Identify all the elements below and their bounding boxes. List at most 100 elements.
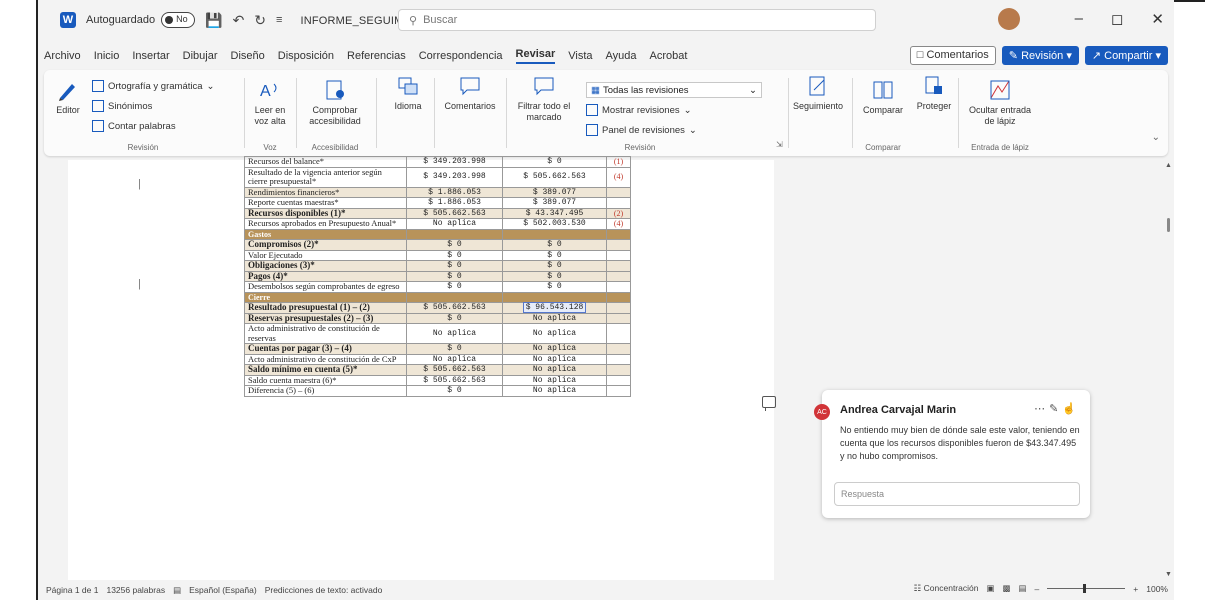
- row-label[interactable]: Valor Ejecutado: [244, 249, 407, 261]
- row-label[interactable]: Recursos disponibles (1)*: [244, 207, 407, 219]
- proofing-icon[interactable]: ▤: [173, 585, 181, 596]
- note-ref[interactable]: [606, 312, 631, 324]
- autosave-toggle[interactable]: No: [161, 12, 196, 28]
- tab-disposicion[interactable]: Disposición: [278, 50, 334, 62]
- customize-toolbar-icon[interactable]: ≡: [276, 14, 282, 26]
- value-current[interactable]: No aplica: [502, 323, 607, 344]
- value-current[interactable]: $ 0: [502, 239, 607, 251]
- compare-button[interactable]: Comparar: [858, 78, 908, 116]
- zoom-slider[interactable]: [1047, 584, 1126, 593]
- check-accessibility-button[interactable]: Comprobar accesibilidad: [302, 78, 368, 127]
- value-current[interactable]: $ 505.662.563: [502, 166, 607, 188]
- close-icon[interactable]: ✕: [1151, 10, 1164, 28]
- share-button[interactable]: ↗ Compartir ▾: [1084, 46, 1168, 65]
- value-current[interactable]: $ 389.077: [502, 197, 607, 209]
- tab-archivo[interactable]: Archivo: [44, 50, 81, 62]
- undo-icon[interactable]: ↶: [233, 12, 245, 29]
- value-previous[interactable]: $ 0: [406, 249, 503, 261]
- value-previous[interactable]: $ 505.662.563: [406, 207, 503, 219]
- note-ref[interactable]: [606, 197, 631, 209]
- protect-button[interactable]: Proteger: [914, 74, 954, 112]
- value-current[interactable]: No aplica: [502, 312, 607, 324]
- edit-icon[interactable]: ✎: [1049, 403, 1062, 415]
- zoom-level[interactable]: 100%: [1146, 584, 1168, 594]
- reviewing-pane-button[interactable]: Panel de revisiones ⌄: [586, 124, 697, 136]
- comments-button[interactable]: □ Comentarios: [909, 46, 996, 65]
- note-ref[interactable]: [606, 323, 631, 344]
- save-icon[interactable]: 💾: [205, 12, 222, 29]
- page-count[interactable]: Página 1 de 1: [46, 585, 98, 595]
- row-label[interactable]: Resultado de la vigencia anterior según …: [244, 166, 407, 188]
- comment-indicator-icon[interactable]: [762, 396, 776, 411]
- row-label[interactable]: Reporte cuentas maestras*: [244, 197, 407, 209]
- note-ref[interactable]: [606, 353, 631, 365]
- comments-ribbon-button[interactable]: Comentarios: [442, 74, 498, 112]
- note-ref[interactable]: [606, 364, 631, 376]
- value-current[interactable]: $ 0: [502, 281, 607, 293]
- tab-correspondencia[interactable]: Correspondencia: [419, 50, 503, 62]
- more-options-icon[interactable]: ⋯: [1034, 403, 1049, 415]
- document-page[interactable]: | | Recursos del balance* $ 349.203.998 $ …: [68, 156, 774, 580]
- value-previous[interactable]: $ 0: [406, 239, 503, 251]
- value-previous[interactable]: $ 505.662.563: [406, 364, 503, 376]
- value-current[interactable]: $ 389.077: [502, 186, 607, 198]
- redo-icon[interactable]: ↻: [254, 12, 266, 29]
- zoom-out-icon[interactable]: –: [1035, 584, 1040, 594]
- row-label[interactable]: Saldo cuenta maestra (6)*: [244, 374, 407, 386]
- value-current[interactable]: No aplica: [502, 353, 607, 365]
- tab-diseno[interactable]: Diseño: [231, 50, 265, 62]
- track-changes-button[interactable]: Seguimiento: [790, 74, 846, 112]
- markup-filter-button[interactable]: Filtrar todo el marcado: [512, 74, 576, 123]
- tab-acrobat[interactable]: Acrobat: [650, 50, 688, 62]
- value-previous[interactable]: $ 1.886.053: [406, 197, 503, 209]
- row-label[interactable]: Recursos del balance*: [244, 156, 407, 168]
- note-ref[interactable]: [606, 249, 631, 261]
- minimize-icon[interactable]: –: [1075, 10, 1083, 28]
- word-count-button[interactable]: Contar palabras: [92, 120, 176, 132]
- value-current[interactable]: $ 0: [502, 156, 607, 168]
- row-label[interactable]: Compromisos (2)*: [244, 239, 407, 251]
- value-previous[interactable]: $ 1.886.053: [406, 186, 503, 198]
- revision-button[interactable]: ✎ Revisión ▾: [1001, 46, 1079, 65]
- tab-ayuda[interactable]: Ayuda: [606, 50, 637, 62]
- comment-reply-input[interactable]: Respuesta: [834, 482, 1080, 506]
- read-aloud-button[interactable]: A Leer en voz alta: [250, 78, 290, 127]
- focus-mode-button[interactable]: ☷ Concentración: [914, 583, 979, 594]
- comment-card[interactable]: AC Andrea Carvajal Marin ⋯✎☝ No entiendo…: [814, 390, 1090, 518]
- note-ref[interactable]: [606, 374, 631, 386]
- note-ref[interactable]: (4): [606, 218, 631, 230]
- row-label[interactable]: Resultado presupuestal (1) – (2): [244, 302, 407, 314]
- row-label[interactable]: Acto administrativo de constitución de C…: [244, 353, 407, 365]
- row-label[interactable]: Obligaciones (3)*: [244, 260, 407, 272]
- value-current[interactable]: $ 0: [502, 260, 607, 272]
- note-ref[interactable]: [606, 239, 631, 251]
- user-avatar[interactable]: [998, 8, 1020, 30]
- zoom-in-icon[interactable]: +: [1133, 584, 1138, 594]
- value-previous[interactable]: $ 0: [406, 270, 503, 282]
- value-previous[interactable]: $ 0: [406, 312, 503, 324]
- value-current[interactable]: $ 0: [502, 249, 607, 261]
- tab-vista[interactable]: Vista: [568, 50, 592, 62]
- print-layout-icon[interactable]: ▩: [1002, 583, 1010, 594]
- row-label[interactable]: Recursos aprobados en Presupuesto Anual*: [244, 218, 407, 230]
- value-previous[interactable]: No aplica: [406, 353, 503, 365]
- scroll-thumb[interactable]: [1167, 218, 1170, 232]
- row-label[interactable]: Saldo mínimo en cuenta (5)*: [244, 364, 407, 376]
- language-status[interactable]: Español (España): [189, 585, 257, 595]
- row-label[interactable]: Rendimientos financieros*: [244, 186, 407, 198]
- value-current[interactable]: No aplica: [502, 385, 607, 397]
- tab-revisar[interactable]: Revisar: [515, 48, 556, 64]
- read-mode-icon[interactable]: ▣: [986, 583, 994, 594]
- value-previous[interactable]: No aplica: [406, 323, 503, 344]
- note-ref[interactable]: [606, 343, 631, 355]
- word-count[interactable]: 13256 palabras: [106, 585, 165, 595]
- row-label[interactable]: Pagos (4)*: [244, 270, 407, 282]
- scroll-up-icon[interactable]: ▲: [1165, 162, 1172, 169]
- value-current[interactable]: No aplica: [502, 374, 607, 386]
- value-previous[interactable]: $ 505.662.563: [406, 374, 503, 386]
- markup-display-select[interactable]: ▦ Todas las revisiones ⌄: [586, 82, 762, 98]
- note-ref[interactable]: [606, 270, 631, 282]
- text-prediction-status[interactable]: Predicciones de texto: activado: [265, 585, 383, 595]
- value-current[interactable]: $ 0: [502, 270, 607, 282]
- show-markup-button[interactable]: Mostrar revisiones ⌄: [586, 104, 692, 116]
